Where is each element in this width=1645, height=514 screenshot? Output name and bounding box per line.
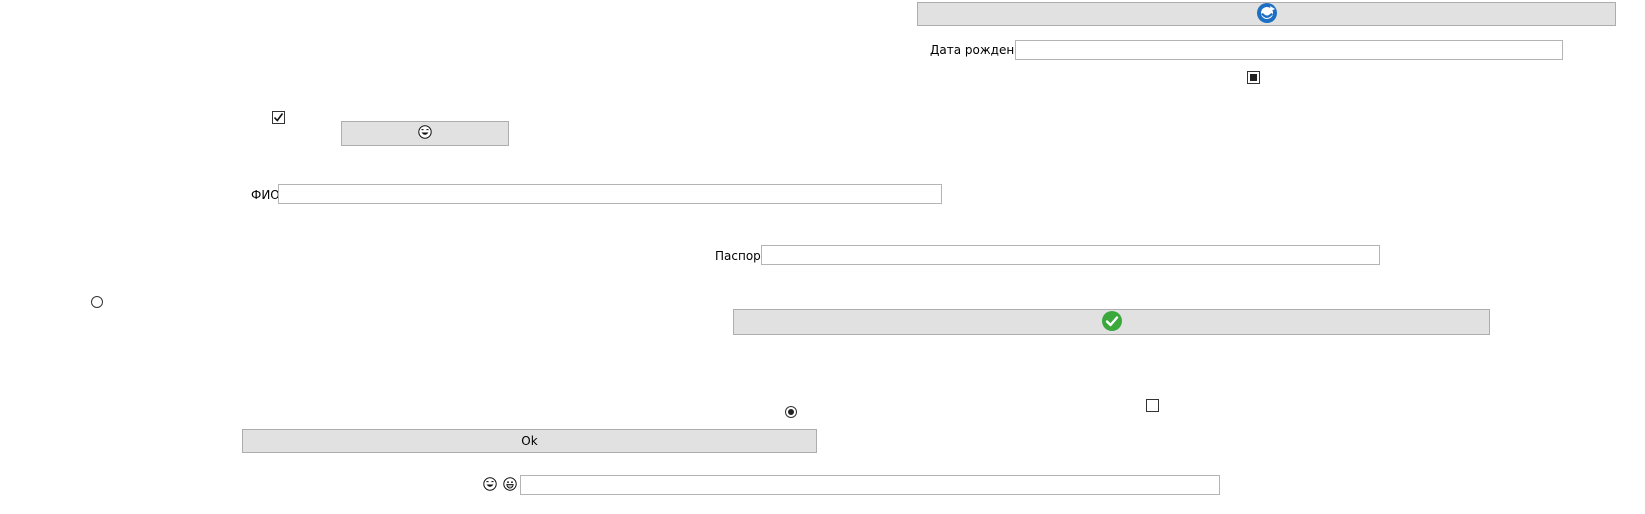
grinning-face-icon <box>503 477 517 491</box>
radio-left[interactable] <box>91 296 103 308</box>
laughing-face-icon <box>418 125 432 142</box>
radio-dot <box>788 409 794 415</box>
laughing-face-icon <box>483 477 497 491</box>
fio-field[interactable] <box>278 184 942 204</box>
blue-circle-arrow-icon <box>1256 2 1278 27</box>
checkbox-right[interactable] <box>1146 399 1159 412</box>
indeterminate-mark <box>1250 74 1257 81</box>
bottom-text-field[interactable] <box>520 475 1220 495</box>
green-check-circle-icon <box>1101 310 1123 335</box>
checkbox-left[interactable] <box>272 111 285 124</box>
emoji-button[interactable] <box>341 121 509 146</box>
checkmark-icon <box>273 113 284 122</box>
checkbox-top[interactable] <box>1247 71 1260 84</box>
dob-field[interactable] <box>1015 40 1563 60</box>
ok-button[interactable]: Ok <box>242 429 817 453</box>
top-icon-button[interactable] <box>917 2 1616 26</box>
confirm-icon-button[interactable] <box>733 309 1490 335</box>
fio-label: ФИО <box>251 188 280 202</box>
radio-center[interactable] <box>785 406 797 418</box>
ok-button-label: Ok <box>521 434 538 448</box>
passport-label: Паспорт <box>715 249 768 263</box>
passport-field[interactable] <box>761 245 1380 265</box>
